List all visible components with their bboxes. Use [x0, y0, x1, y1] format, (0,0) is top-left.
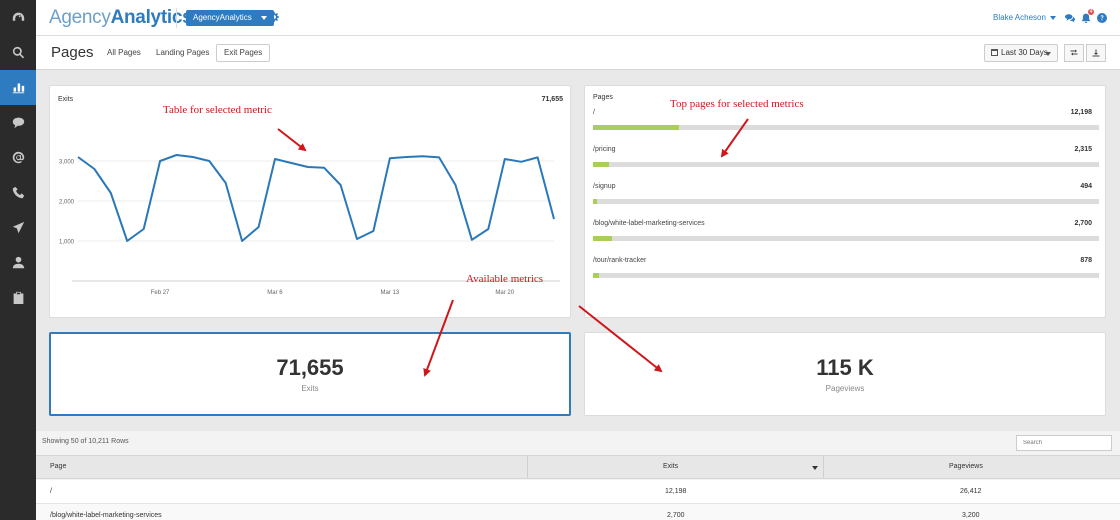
top-page-bar-fill — [593, 236, 612, 241]
top-bar: AgencyAnalytics AgencyAnalytics Blake Ac… — [36, 0, 1120, 36]
user-icon — [12, 256, 24, 269]
metric-value: 71,655 — [276, 355, 344, 380]
column-divider — [823, 456, 824, 478]
metric-label: Exits — [301, 384, 319, 393]
page-title: Pages — [51, 44, 94, 61]
x-tick-label: Mar 6 — [267, 290, 283, 296]
top-page-bar-fill — [593, 125, 680, 130]
table-search-input[interactable] — [1016, 435, 1112, 451]
top-page-value: 494 — [1080, 183, 1092, 190]
top-page-bar-track — [593, 125, 1099, 130]
cell-pageviews: 26,412 — [960, 488, 982, 495]
metric-value: 115 K — [816, 355, 874, 380]
cell-page: /blog/white-label-marketing-services — [50, 512, 162, 519]
caret-down-icon — [1045, 52, 1051, 56]
search-icon — [12, 46, 24, 59]
account-switcher-button[interactable]: AgencyAnalytics — [186, 10, 274, 26]
top-page-bar-track — [593, 236, 1099, 241]
sub-header: Pages All Pages Landing Pages Exit Pages… — [36, 36, 1120, 70]
top-page-bar-track — [593, 273, 1099, 278]
at-sign-icon — [12, 151, 24, 164]
nav-dashboard[interactable] — [0, 0, 36, 35]
cell-pageviews: 3,200 — [962, 512, 980, 519]
messages-icon[interactable] — [1065, 13, 1075, 23]
x-tick-label: Mar 20 — [495, 290, 514, 296]
top-page-value: 2,315 — [1074, 146, 1092, 153]
annotation-top-pages-note: Top pages for selected metrics — [670, 98, 804, 110]
top-page-bar-fill — [593, 199, 597, 204]
y-tick-label: 3,000 — [59, 160, 75, 166]
app-logo[interactable]: AgencyAnalytics — [49, 7, 193, 29]
top-page-name[interactable]: /pricing — [593, 146, 616, 153]
top-page-value: 2,700 — [1074, 220, 1092, 227]
nav-search[interactable] — [0, 35, 36, 70]
column-header-page[interactable]: Page — [50, 456, 66, 478]
calendar-icon — [991, 49, 998, 56]
sort-desc-icon[interactable] — [812, 466, 818, 470]
nav-chat[interactable] — [0, 105, 36, 140]
caret-down-icon — [1049, 15, 1056, 20]
logo-divider — [176, 8, 177, 28]
chat-icon — [12, 117, 24, 129]
nav-tasks[interactable] — [0, 280, 36, 315]
data-table-area: Showing 50 of 10,211 Rows Page Exits Pag… — [36, 431, 1120, 520]
rows-count: Showing 50 of 10,211 Rows — [42, 438, 129, 445]
tab-landing-pages[interactable]: Landing Pages — [149, 44, 216, 62]
annotation-table-note: Table for selected metric — [163, 104, 272, 116]
download-icon — [1092, 49, 1100, 57]
cell-exits: 2,700 — [667, 512, 685, 519]
nav-send[interactable] — [0, 210, 36, 245]
top-page-value: 12,198 — [1070, 109, 1092, 116]
cell-exits: 12,198 — [665, 488, 687, 495]
top-page-bar-fill — [593, 273, 600, 278]
y-tick-label: 1,000 — [59, 240, 75, 246]
clipboard-icon — [13, 291, 23, 304]
top-page-bar-track — [593, 162, 1099, 167]
nav-calls[interactable] — [0, 175, 36, 210]
metric-label: Pageviews — [825, 384, 865, 393]
table-row[interactable]: / 12,198 26,412 — [36, 480, 1120, 504]
column-header-exits[interactable]: Exits — [663, 456, 678, 478]
top-page-name[interactable]: / — [593, 109, 595, 116]
series-line-exits — [77, 154, 555, 242]
table-header: Page Exits Pageviews — [36, 455, 1120, 479]
user-menu[interactable]: Blake Acheson — [993, 13, 1056, 22]
dashboard-icon — [12, 12, 24, 21]
send-icon — [12, 221, 24, 234]
column-divider — [527, 456, 528, 478]
nav-users[interactable] — [0, 245, 36, 280]
gear-icon[interactable] — [269, 12, 279, 22]
x-tick-label: Mar 13 — [381, 290, 400, 296]
tab-exit-pages[interactable]: Exit Pages — [216, 44, 271, 62]
metric-card-exits[interactable]: 71,655 Exits — [49, 332, 571, 416]
nav-analytics[interactable] — [0, 70, 36, 105]
left-nav-rail — [0, 0, 36, 520]
x-tick-label: Feb 27 — [151, 290, 170, 296]
top-page-name[interactable]: /tour/rank-tracker — [593, 257, 646, 264]
top-page-bar-track — [593, 199, 1099, 204]
phone-icon — [12, 186, 24, 199]
caret-down-icon — [260, 16, 267, 20]
top-pages-card: Pages / 12,198/pricing 2,315/signup 494/blo… — [584, 85, 1106, 318]
top-pages-label: Pages — [593, 94, 613, 101]
metric-card-pageviews[interactable]: 115 K Pageviews — [584, 332, 1106, 416]
compare-icon — [1070, 49, 1078, 56]
nav-mentions[interactable] — [0, 140, 36, 175]
top-page-name[interactable]: /blog/white-label-marketing-services — [593, 220, 705, 227]
cell-page: / — [50, 488, 52, 495]
y-tick-label: 2,000 — [59, 200, 75, 206]
analytics-icon — [12, 83, 24, 94]
table-row[interactable]: /blog/white-label-marketing-services 2,7… — [36, 504, 1120, 520]
top-page-name[interactable]: /signup — [593, 183, 616, 190]
date-range-dropdown[interactable]: Last 30 Days — [984, 44, 1058, 62]
tab-all-pages[interactable]: All Pages — [100, 44, 148, 62]
top-page-value: 878 — [1080, 257, 1092, 264]
column-header-pageviews[interactable]: Pageviews — [949, 456, 983, 478]
top-page-bar-fill — [593, 162, 610, 167]
annotation-metrics-note: Available metrics — [466, 273, 544, 285]
help-icon[interactable] — [1097, 13, 1107, 23]
compare-button[interactable] — [1064, 44, 1084, 62]
notification-badge: 4 — [1088, 9, 1094, 15]
download-button[interactable] — [1086, 44, 1106, 62]
